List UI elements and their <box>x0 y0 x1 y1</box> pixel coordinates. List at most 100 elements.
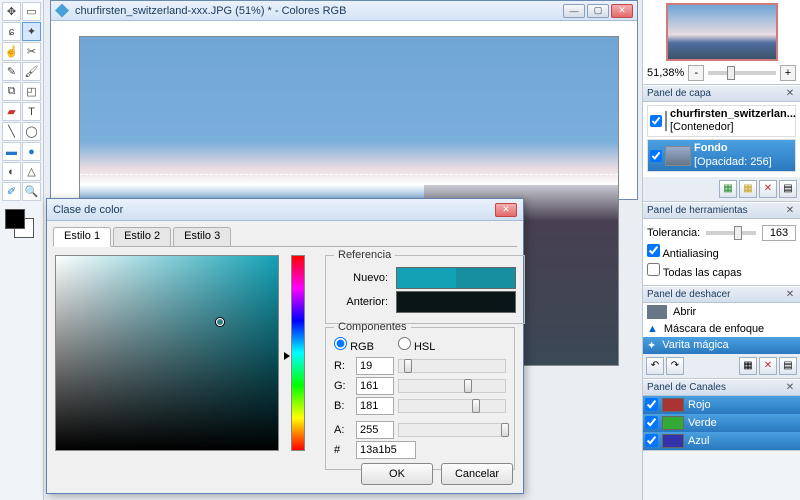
undo-clear-button[interactable]: ▤ <box>779 357 797 375</box>
hue-arrow <box>284 352 290 360</box>
tool-shape[interactable]: ◯ <box>22 122 41 141</box>
style-tabs: Estilo 1 Estilo 2 Estilo 3 <box>53 227 517 247</box>
hue-slider[interactable] <box>291 255 305 451</box>
tool-rect[interactable]: ▬ <box>2 142 21 161</box>
maximize-button[interactable]: ▢ <box>587 4 609 18</box>
tool-smudge[interactable]: ☝ <box>2 42 21 61</box>
tolerance-slider[interactable] <box>706 231 756 235</box>
hex-input[interactable] <box>356 441 416 459</box>
undo-item-unsharp[interactable]: ▲Máscara de enfoque <box>643 321 800 337</box>
g-slider[interactable] <box>398 379 506 393</box>
layer-item-fondo[interactable]: Fondo[Opacidad: 256] <box>647 139 796 171</box>
cancel-button[interactable]: Cancelar <box>441 463 513 485</box>
layer-visible-0[interactable] <box>650 115 662 127</box>
undo-fwd-button[interactable]: ↷ <box>666 357 684 375</box>
undo-save-button[interactable]: ▦ <box>739 357 757 375</box>
undo-item-wand[interactable]: ✦Varita mágica <box>643 337 800 354</box>
layer-item-container[interactable]: churfirsten_switzerlan...[Contenedor] <box>647 105 796 137</box>
hex-label: # <box>334 444 352 456</box>
b-label: B: <box>334 400 352 412</box>
dialog-title: Clase de color <box>53 204 495 216</box>
r-slider[interactable] <box>398 359 506 373</box>
layers-panel-title: Panel de capa <box>647 88 784 99</box>
a-label: A: <box>334 424 352 436</box>
prev-color-label: Anterior: <box>334 296 388 308</box>
radio-hsl[interactable]: HSL <box>398 337 435 353</box>
tool-clone[interactable]: ⧉ <box>2 82 21 101</box>
tool-sharpen[interactable]: △ <box>22 162 41 181</box>
tab-estilo2[interactable]: Estilo 2 <box>113 227 171 246</box>
tool-text[interactable]: T <box>22 102 41 121</box>
tab-estilo3[interactable]: Estilo 3 <box>173 227 231 246</box>
close-button[interactable]: ✕ <box>611 4 633 18</box>
layer-merge-button[interactable]: ▤ <box>779 180 797 198</box>
undo-delete-button[interactable]: ✕ <box>759 357 777 375</box>
channel-blue[interactable]: Azul <box>643 432 800 450</box>
dialog-close-button[interactable]: ✕ <box>495 203 517 217</box>
color-swatches[interactable] <box>2 209 41 245</box>
ok-button[interactable]: OK <box>361 463 433 485</box>
tool-ellipse[interactable]: ● <box>22 142 41 161</box>
b-input[interactable] <box>356 397 394 415</box>
tool-zoom[interactable]: 🔍 <box>22 182 41 201</box>
undo-panel-close[interactable]: ✕ <box>784 288 796 300</box>
channel-green[interactable]: Verde <box>643 414 800 432</box>
navigator-thumb[interactable] <box>666 3 778 61</box>
channels-panel-title: Panel de Canales <box>647 382 784 393</box>
layer-sub-1: [Opacidad: 256] <box>694 156 772 168</box>
components-legend: Componentes <box>334 321 411 333</box>
tool-rect-select[interactable]: ▭ <box>22 2 41 21</box>
layers-panel: Panel de capa✕ churfirsten_switzerlan...… <box>643 85 800 202</box>
zoom-out-button[interactable]: - <box>688 65 704 81</box>
tab-estilo1[interactable]: Estilo 1 <box>53 227 111 247</box>
r-input[interactable] <box>356 357 394 375</box>
tool-magic-wand[interactable]: ✦ <box>22 22 41 41</box>
toolbox: ✥▭ ɕ✦ ☝✂ ✎🖌 ⧉◰ ▰T ╲◯ ▬● ◐△ ✐🔍 <box>0 0 44 500</box>
layer-delete-button[interactable]: ✕ <box>759 180 777 198</box>
g-input[interactable] <box>356 377 394 395</box>
layer-new-button[interactable]: ▦ <box>719 180 737 198</box>
tool-pencil[interactable]: ✎ <box>2 62 21 81</box>
tolerance-input[interactable] <box>762 225 796 241</box>
alllayers-checkbox[interactable]: Todas las capas <box>647 263 742 279</box>
reference-legend: Referencia <box>334 249 395 261</box>
color-picker-cursor <box>216 318 224 326</box>
undo-item-open[interactable]: Abrir <box>643 303 800 321</box>
tool-eraser[interactable]: ◰ <box>22 82 41 101</box>
new-color-label: Nuevo: <box>334 272 388 284</box>
zoom-slider[interactable] <box>708 71 776 75</box>
layers-panel-close[interactable]: ✕ <box>784 88 796 100</box>
foreground-color[interactable] <box>5 209 25 229</box>
a-slider[interactable] <box>398 423 506 437</box>
color-field[interactable] <box>55 255 279 451</box>
tool-options-close[interactable]: ✕ <box>784 204 796 216</box>
undo-back-button[interactable]: ↶ <box>646 357 664 375</box>
layer-visible-1[interactable] <box>650 150 662 162</box>
minimize-button[interactable]: — <box>563 4 585 18</box>
document-titlebar: churfirsten_switzerland-xxx.JPG (51%) * … <box>51 1 637 21</box>
tool-blur[interactable]: ◐ <box>2 162 21 181</box>
document-title: churfirsten_switzerland-xxx.JPG (51%) * … <box>75 5 557 17</box>
radio-rgb[interactable]: RGB <box>334 337 374 353</box>
tool-brush[interactable]: 🖌 <box>22 62 41 81</box>
layer-sub-0: [Contenedor] <box>670 121 734 133</box>
a-input[interactable] <box>356 421 394 439</box>
channel-red[interactable]: Rojo <box>643 396 800 414</box>
tool-options-panel: Panel de herramientas✕ Tolerancia: Antia… <box>643 202 800 286</box>
tool-lasso[interactable]: ɕ <box>2 22 21 41</box>
tool-bucket[interactable]: ▰ <box>2 102 21 121</box>
zoom-in-button[interactable]: + <box>780 65 796 81</box>
channels-panel: Panel de Canales✕ Rojo Verde Azul <box>643 379 800 451</box>
prev-color-swatch <box>396 291 516 313</box>
undo-panel-title: Panel de deshacer <box>647 289 784 300</box>
b-slider[interactable] <box>398 399 506 413</box>
tool-move[interactable]: ✥ <box>2 2 21 21</box>
dialog-titlebar: Clase de color ✕ <box>47 199 523 221</box>
tool-crop[interactable]: ✂ <box>22 42 41 61</box>
tool-options-title: Panel de herramientas <box>647 205 784 216</box>
layer-duplicate-button[interactable]: ▦ <box>739 180 757 198</box>
tool-line[interactable]: ╲ <box>2 122 21 141</box>
channels-panel-close[interactable]: ✕ <box>784 381 796 393</box>
antialias-checkbox[interactable]: Antialiasing <box>647 244 719 260</box>
tool-eyedropper[interactable]: ✐ <box>2 182 21 201</box>
